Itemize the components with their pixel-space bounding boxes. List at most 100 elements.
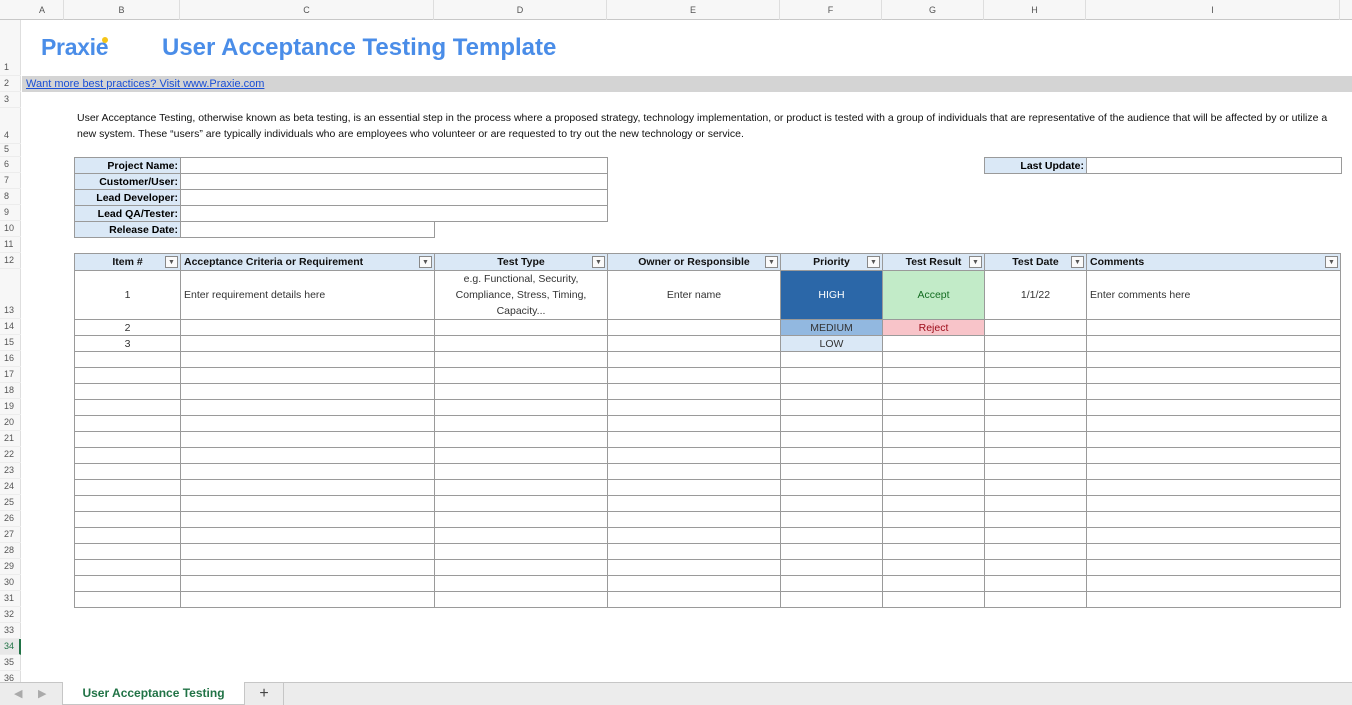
column-header-a[interactable]: A: [21, 0, 64, 20]
row-header-28[interactable]: 28: [0, 543, 21, 559]
test-result-cell[interactable]: [882, 495, 985, 512]
last-update-field[interactable]: [1086, 157, 1342, 174]
test-type-cell[interactable]: e.g. Functional, Security, Compliance, S…: [434, 270, 608, 320]
requirement-cell[interactable]: [180, 383, 435, 400]
test-date-cell[interactable]: [984, 543, 1087, 560]
item-number-cell[interactable]: 2: [74, 319, 181, 336]
priority-cell[interactable]: [780, 383, 883, 400]
row-header-23[interactable]: 23: [0, 463, 21, 479]
row-header-33[interactable]: 33: [0, 623, 21, 639]
comments-cell[interactable]: [1086, 399, 1341, 416]
row-header-8[interactable]: 8: [0, 189, 21, 205]
filter-dropdown-icon[interactable]: ▼: [867, 256, 880, 268]
test-result-cell[interactable]: [882, 383, 985, 400]
test-date-cell[interactable]: [984, 591, 1087, 608]
test-date-cell[interactable]: [984, 463, 1087, 480]
owner-cell[interactable]: [607, 431, 781, 448]
row-header-35[interactable]: 35: [0, 655, 21, 671]
test-result-cell[interactable]: Reject: [882, 319, 985, 336]
test-result-cell[interactable]: [882, 415, 985, 432]
test-result-cell[interactable]: [882, 479, 985, 496]
requirement-cell[interactable]: [180, 591, 435, 608]
column-header-i[interactable]: I: [1086, 0, 1340, 20]
row-header-25[interactable]: 25: [0, 495, 21, 511]
item-number-cell[interactable]: [74, 511, 181, 528]
requirement-cell[interactable]: [180, 495, 435, 512]
item-number-cell[interactable]: [74, 527, 181, 544]
row-header-27[interactable]: 27: [0, 527, 21, 543]
add-sheet-button[interactable]: +: [245, 683, 284, 705]
comments-cell[interactable]: [1086, 447, 1341, 464]
comments-cell[interactable]: [1086, 543, 1341, 560]
test-result-cell[interactable]: [882, 591, 985, 608]
test-type-cell[interactable]: [434, 367, 608, 384]
test-type-cell[interactable]: [434, 415, 608, 432]
row-header-20[interactable]: 20: [0, 415, 21, 431]
priority-cell[interactable]: [780, 399, 883, 416]
test-date-cell[interactable]: [984, 335, 1087, 352]
requirement-cell[interactable]: [180, 559, 435, 576]
row-header-16[interactable]: 16: [0, 351, 21, 367]
item-number-cell[interactable]: [74, 575, 181, 592]
test-type-cell[interactable]: [434, 319, 608, 336]
item-number-cell[interactable]: [74, 543, 181, 560]
owner-cell[interactable]: [607, 543, 781, 560]
column-header-f[interactable]: F: [780, 0, 882, 20]
item-number-cell[interactable]: [74, 399, 181, 416]
test-type-cell[interactable]: [434, 399, 608, 416]
row-header-3[interactable]: 3: [0, 92, 21, 108]
priority-cell[interactable]: [780, 351, 883, 368]
owner-cell[interactable]: [607, 415, 781, 432]
row-header-32[interactable]: 32: [0, 607, 21, 623]
comments-cell[interactable]: [1086, 511, 1341, 528]
item-number-cell[interactable]: 1: [74, 270, 181, 320]
owner-cell[interactable]: Enter name: [607, 270, 781, 320]
row-header-13[interactable]: 13: [0, 269, 21, 319]
row-header-11[interactable]: 11: [0, 237, 21, 253]
owner-cell[interactable]: [607, 527, 781, 544]
comments-cell[interactable]: [1086, 335, 1341, 352]
test-result-cell[interactable]: [882, 511, 985, 528]
row-header-4[interactable]: 4: [0, 108, 21, 144]
test-date-cell[interactable]: [984, 447, 1087, 464]
test-result-cell[interactable]: [882, 575, 985, 592]
owner-cell[interactable]: [607, 495, 781, 512]
priority-cell[interactable]: [780, 559, 883, 576]
test-date-cell[interactable]: [984, 479, 1087, 496]
priority-cell[interactable]: [780, 495, 883, 512]
requirement-cell[interactable]: [180, 447, 435, 464]
item-number-cell[interactable]: [74, 431, 181, 448]
column-header-g[interactable]: G: [882, 0, 984, 20]
next-sheet-icon[interactable]: ▶: [38, 687, 46, 700]
priority-cell[interactable]: [780, 543, 883, 560]
owner-cell[interactable]: [607, 399, 781, 416]
comments-cell[interactable]: [1086, 559, 1341, 576]
filter-dropdown-icon[interactable]: ▼: [165, 256, 178, 268]
item-number-cell[interactable]: [74, 495, 181, 512]
sheet-tab-user-acceptance-testing[interactable]: User Acceptance Testing: [62, 682, 245, 705]
test-result-cell[interactable]: [882, 559, 985, 576]
release-date-field[interactable]: [180, 221, 435, 238]
priority-cell[interactable]: HIGH: [780, 270, 883, 320]
comments-cell[interactable]: [1086, 383, 1341, 400]
column-header-b[interactable]: B: [64, 0, 180, 20]
requirement-cell[interactable]: [180, 463, 435, 480]
filter-dropdown-icon[interactable]: ▼: [969, 256, 982, 268]
row-header-30[interactable]: 30: [0, 575, 21, 591]
praxie-link[interactable]: Want more best practices? Visit www.Prax…: [26, 78, 264, 90]
requirement-cell[interactable]: [180, 527, 435, 544]
priority-cell[interactable]: [780, 575, 883, 592]
comments-cell[interactable]: Enter comments here: [1086, 270, 1341, 320]
comments-cell[interactable]: [1086, 415, 1341, 432]
requirement-cell[interactable]: [180, 367, 435, 384]
requirement-cell[interactable]: [180, 575, 435, 592]
filter-dropdown-icon[interactable]: ▼: [419, 256, 432, 268]
requirement-cell[interactable]: [180, 543, 435, 560]
priority-cell[interactable]: [780, 479, 883, 496]
requirement-cell[interactable]: [180, 335, 435, 352]
test-type-cell[interactable]: [434, 383, 608, 400]
requirement-cell[interactable]: [180, 431, 435, 448]
project-name-field[interactable]: [180, 157, 608, 174]
test-date-cell[interactable]: [984, 527, 1087, 544]
test-date-cell[interactable]: [984, 399, 1087, 416]
